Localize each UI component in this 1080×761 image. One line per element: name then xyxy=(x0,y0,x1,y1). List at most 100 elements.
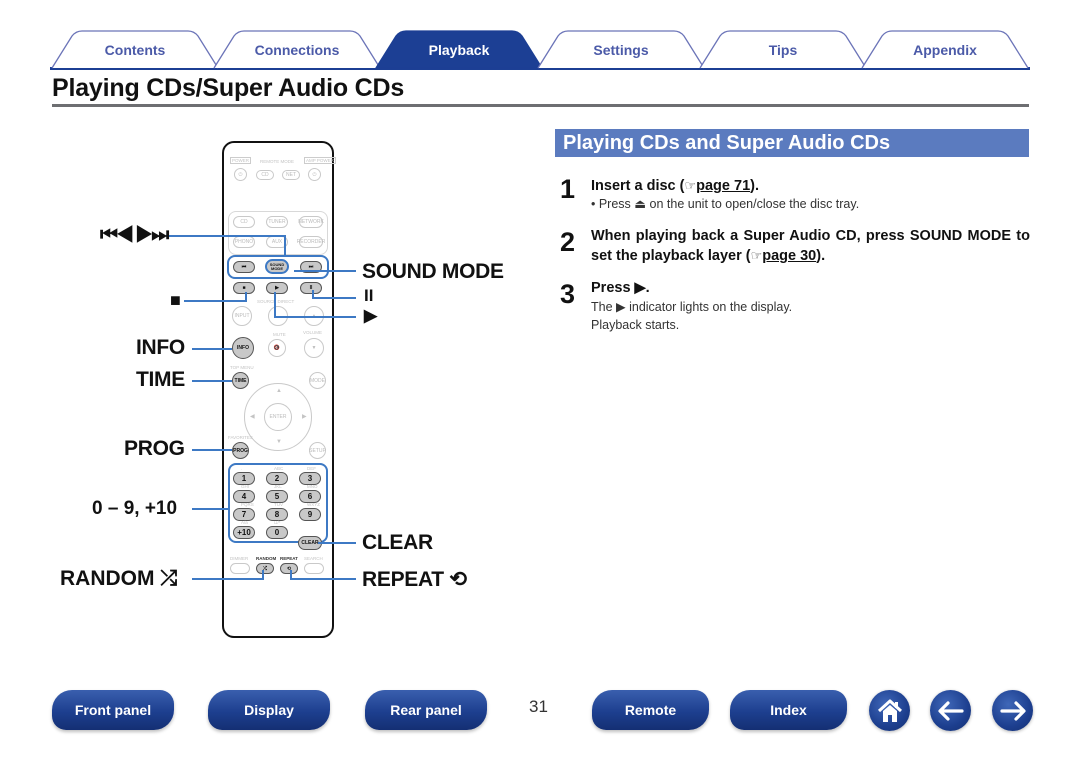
remote-button[interactable]: Remote xyxy=(592,690,709,730)
callout-line-skip xyxy=(284,235,286,255)
callout-line-sound-mode xyxy=(294,270,356,272)
callout-line-pause xyxy=(312,297,356,299)
top-menu-label: TOP MENU xyxy=(230,365,254,370)
callout-line-random xyxy=(262,570,264,580)
step-title-text: Insert a disc ( xyxy=(591,178,685,194)
play-button: ▶ xyxy=(266,282,288,294)
callout-prog: PROG xyxy=(124,437,185,460)
mute-button: 🔇 xyxy=(268,339,286,357)
callout-line-play xyxy=(274,292,276,318)
source-cd-button: CD xyxy=(233,216,255,228)
search-label: SEARCH xyxy=(304,556,323,561)
step-number: 1 xyxy=(560,174,576,204)
callout-info: INFO xyxy=(136,336,185,359)
page-link[interactable]: page 30 xyxy=(762,248,816,264)
numpad-sublabel: WXYZ xyxy=(307,502,320,507)
mode-cd-button: CD xyxy=(256,170,274,180)
sound-mode-button: SOUND MODE xyxy=(265,259,289,274)
remote-mode-label: REMOTE MODE xyxy=(260,159,295,164)
rear-panel-button[interactable]: Rear panel xyxy=(365,690,487,730)
info-button: INFO xyxy=(232,337,254,359)
callout-clear: CLEAR xyxy=(362,531,433,554)
back-arrow-icon xyxy=(937,700,964,721)
callout-stop: ■ xyxy=(170,290,181,310)
prog-button: PROG xyxy=(232,442,249,459)
callout-repeat: REPEAT ⟲ xyxy=(362,568,467,591)
enter-button: ENTER xyxy=(264,403,292,431)
repeat-label: REPEAT xyxy=(280,556,298,561)
front-panel-button[interactable]: Front panel xyxy=(52,690,174,730)
callout-random: RANDOM ⤮ xyxy=(60,567,178,590)
numpad-sublabel: MNO xyxy=(307,484,318,489)
tab-label: Connections xyxy=(254,42,340,58)
callout-play: ▶ xyxy=(364,306,378,325)
repeat-button: ⟲ xyxy=(280,563,298,574)
step-title: Insert a disc (☞page 71). xyxy=(591,176,1030,196)
dpad-right-icon: ▶ xyxy=(302,414,307,420)
step-note: • Press ⏏ on the unit to open/close the … xyxy=(591,197,860,211)
index-button[interactable]: Index xyxy=(730,690,847,730)
numpad-sublabel: PQRS xyxy=(241,502,254,507)
callout-skip: ⏮◀ ▶⏭ xyxy=(100,224,169,246)
display-button[interactable]: Display xyxy=(208,690,330,730)
numpad-sublabel: A/a xyxy=(241,520,248,525)
callout-line-stop xyxy=(245,292,247,302)
tab-contents[interactable]: Contents xyxy=(50,30,220,69)
step-2: 2 When playing back a Super Audio CD, pr… xyxy=(560,227,1030,266)
callout-line-stop xyxy=(184,300,247,302)
title-divider xyxy=(52,104,1029,107)
pause-button: II xyxy=(300,282,322,294)
tab-label: Appendix xyxy=(913,42,977,58)
tab-appendix[interactable]: Appendix xyxy=(860,30,1030,69)
random-button: ⤮ xyxy=(256,563,274,574)
callout-line-clear xyxy=(318,542,356,544)
dpad-left-icon: ◀ xyxy=(250,414,255,420)
callout-line-skip xyxy=(166,235,286,237)
source-tuner-button: TUNER xyxy=(266,216,288,228)
tab-label: Playback xyxy=(428,42,490,58)
tab-playback[interactable]: Playback xyxy=(374,30,544,69)
step-title: Press ▶. xyxy=(591,280,650,296)
callout-time: TIME xyxy=(136,368,185,391)
callout-line-repeat xyxy=(290,578,356,580)
numpad-sublabel: TUV xyxy=(274,502,283,507)
callout-line-time xyxy=(192,380,232,382)
step-title-suffix: ). xyxy=(750,178,759,194)
page-title: Playing CDs/Super Audio CDs xyxy=(52,74,405,102)
amp-power-button: ⏻ xyxy=(308,168,321,181)
forward-arrow-icon xyxy=(999,700,1026,721)
callout-line-pause xyxy=(312,290,314,299)
setup-button: SETUP xyxy=(309,442,326,459)
home-button[interactable] xyxy=(869,690,910,731)
page-link[interactable]: page 71 xyxy=(696,178,750,194)
tab-connections[interactable]: Connections xyxy=(212,30,382,69)
callout-line-play xyxy=(274,316,356,318)
step-number: 3 xyxy=(560,279,576,309)
step-title-suffix: ). xyxy=(816,248,826,264)
remote-control-illustration: POWER REMOTE MODE AMP POWER ⏻ CD NET ⏻ C… xyxy=(222,141,336,638)
stop-button: ■ xyxy=(233,282,255,294)
numpad-key-0: 0 xyxy=(266,526,288,539)
page-reference-icon: ☞ xyxy=(750,248,763,263)
amp-power-label: AMP POWER xyxy=(304,157,336,164)
numpad-sublabel: DEF xyxy=(307,466,316,471)
callout-line-random xyxy=(192,578,264,580)
section-header: Playing CDs and Super Audio CDs xyxy=(555,129,1029,157)
mode-button: MODE xyxy=(309,372,326,389)
numpad-sublabel: JKL xyxy=(274,484,282,489)
forward-button[interactable] xyxy=(992,690,1033,731)
volume-down-button: ▼ xyxy=(304,338,324,358)
tab-label: Contents xyxy=(104,42,166,58)
tab-settings[interactable]: Settings xyxy=(536,30,706,69)
source-phono-button: PHONO xyxy=(233,236,255,248)
home-icon xyxy=(877,699,902,722)
page-number: 31 xyxy=(529,697,548,716)
tab-bar: Contents Connections Playback Settings T… xyxy=(50,30,1030,70)
volume-label: VOLUME xyxy=(303,330,323,335)
back-button[interactable] xyxy=(930,690,971,731)
numpad-key-plus10: +10 xyxy=(233,526,255,539)
step-title: When playing back a Super Audio CD, pres… xyxy=(591,227,1030,266)
tab-tips[interactable]: Tips xyxy=(698,30,868,69)
callout-line-prog xyxy=(192,449,232,451)
input-button: INPUT xyxy=(232,306,252,326)
